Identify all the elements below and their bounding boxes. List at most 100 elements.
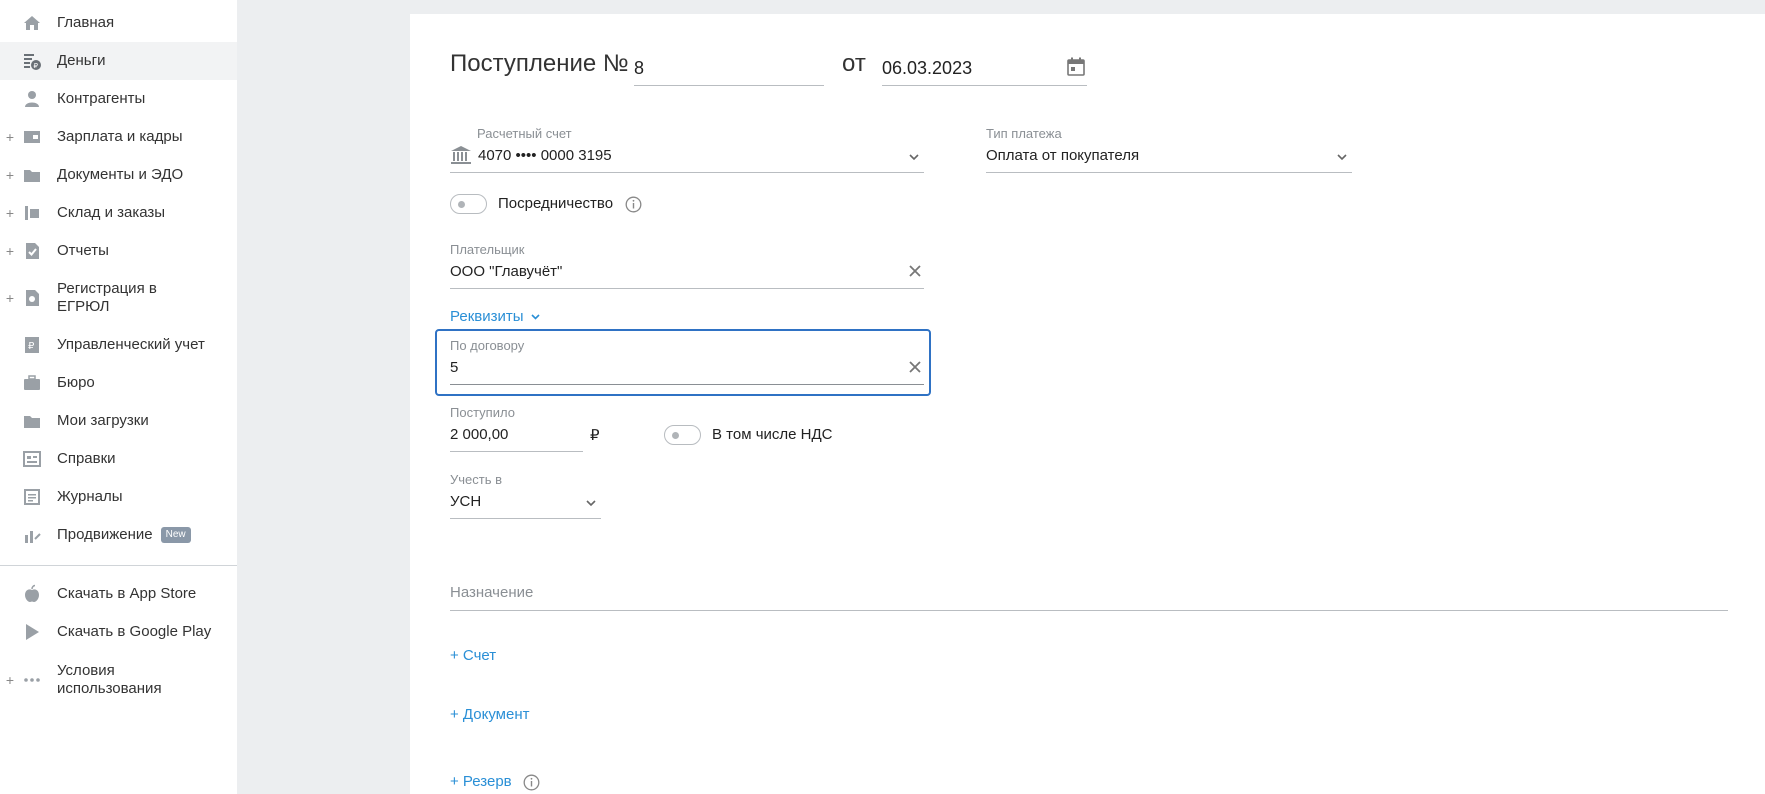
sidebar-item-label: Главная — [57, 14, 115, 31]
sidebar-item-label: Бюро — [57, 374, 95, 391]
chevron-down-icon — [530, 309, 541, 326]
bank-icon — [450, 145, 472, 170]
sidebar-item-label: Контрагенты — [57, 90, 146, 107]
intermediary-toggle[interactable] — [450, 194, 487, 214]
payment-form-card: Поступление № 8 от 06.03.2023 Расчетный … — [410, 14, 1765, 794]
payment-type-value: Оплата от покупателя — [986, 147, 1140, 164]
sidebar-item-downloads[interactable]: Мои загрузки — [0, 406, 237, 436]
date-prefix: от — [842, 50, 866, 77]
add-invoice-link[interactable]: + Счет — [450, 647, 496, 664]
sidebar-item-label: Регистрация в ЕГРЮЛ — [57, 280, 157, 315]
sidebar-item-terms[interactable]: + Условия использования — [0, 660, 237, 700]
info-icon[interactable] — [523, 774, 540, 794]
sidebar-item-label: Мои загрузки — [57, 412, 149, 429]
new-badge: New — [160, 527, 191, 544]
folder-icon — [22, 411, 42, 431]
date-value: 06.03.2023 — [882, 58, 973, 78]
warehouse-icon — [22, 203, 42, 223]
sidebar-item-label: Скачать в Google Play — [57, 623, 212, 640]
report-icon — [22, 241, 42, 261]
registration-icon — [22, 288, 42, 308]
page-title: Поступление № — [450, 50, 629, 77]
sidebar-item-label: Журналы — [57, 488, 123, 505]
sidebar-item-promotion[interactable]: Продвижение New — [0, 520, 237, 550]
payer-field[interactable]: ООО "Главучёт" — [450, 260, 924, 289]
sidebar: Главная ₽ Деньги Контрагенты + Зарплата … — [0, 0, 237, 794]
sidebar-item-label: Продвижение New — [57, 526, 191, 544]
home-icon — [22, 13, 42, 33]
date-field[interactable]: 06.03.2023 — [882, 52, 1087, 86]
svg-text:₽: ₽ — [28, 341, 35, 352]
sidebar-item-journals[interactable]: Журналы — [0, 482, 237, 512]
sidebar-item-documents[interactable]: + Документы и ЭДО — [0, 160, 237, 190]
sidebar-item-google-play[interactable]: Скачать в Google Play — [0, 617, 237, 647]
number-value: 8 — [634, 58, 645, 78]
add-document-link[interactable]: + Документ — [450, 706, 529, 723]
expand-plus-icon[interactable]: + — [5, 290, 15, 306]
contract-input[interactable]: 5 — [450, 356, 924, 385]
more-icon — [22, 670, 42, 690]
clear-icon[interactable] — [908, 264, 922, 283]
contractor-icon — [22, 89, 42, 109]
calendar-icon[interactable] — [1067, 57, 1085, 82]
sidebar-item-reports[interactable]: + Отчеты — [0, 236, 237, 266]
purpose-placeholder: Назначение — [450, 584, 534, 601]
purpose-input[interactable]: Назначение — [450, 580, 1728, 611]
sidebar-item-references[interactable]: Справки — [0, 444, 237, 474]
requisites-link[interactable]: Реквизиты — [450, 308, 541, 326]
account-select[interactable]: 4070 •••• 0000 3195 — [450, 144, 924, 173]
apple-icon — [22, 584, 42, 604]
sidebar-item-warehouse[interactable]: + Склад и заказы — [0, 198, 237, 228]
chevron-down-icon — [908, 150, 920, 168]
payment-type-select[interactable]: Оплата от покупателя — [986, 144, 1352, 173]
vat-toggle[interactable] — [664, 425, 701, 445]
payment-type-label: Тип платежа — [986, 126, 1062, 141]
account-label: Расчетный счет — [477, 126, 572, 141]
intermediary-label: Посредничество — [498, 195, 614, 212]
expand-plus-icon[interactable]: + — [5, 672, 15, 688]
sidebar-item-app-store[interactable]: Скачать в App Store — [0, 579, 237, 609]
vat-label: В том числе НДС — [712, 426, 833, 443]
expand-plus-icon[interactable]: + — [5, 167, 15, 183]
briefcase-icon — [22, 373, 42, 393]
info-icon[interactable] — [625, 196, 642, 218]
sidebar-item-label: Зарплата и кадры — [57, 128, 183, 145]
received-input[interactable]: 2 000,00 — [450, 423, 583, 452]
account-value: 4070 •••• 0000 3195 — [478, 147, 612, 164]
sidebar-item-label: Справки — [57, 450, 116, 467]
chevron-down-icon — [585, 496, 597, 514]
contract-label: По договору — [450, 338, 525, 353]
account-in-select[interactable]: УСН — [450, 490, 601, 519]
expand-plus-icon[interactable]: + — [5, 129, 15, 145]
salary-icon — [22, 127, 42, 147]
sidebar-item-money[interactable]: ₽ Деньги — [0, 42, 237, 80]
sidebar-item-home[interactable]: Главная — [0, 8, 237, 38]
journal-icon — [22, 487, 42, 507]
payer-value: ООО "Главучёт" — [450, 263, 563, 280]
svg-text:₽: ₽ — [34, 62, 39, 70]
reference-icon — [22, 449, 42, 469]
currency-symbol: ₽ — [590, 427, 600, 444]
sidebar-item-salary[interactable]: + Зарплата и кадры — [0, 122, 237, 152]
sidebar-item-contractors[interactable]: Контрагенты — [0, 84, 237, 114]
sidebar-item-label: Отчеты — [57, 242, 109, 259]
google-play-icon — [22, 622, 42, 642]
payer-label: Плательщик — [450, 242, 525, 257]
add-reserve-link[interactable]: + Резерв — [450, 773, 512, 790]
sidebar-item-label: Условия использования — [57, 662, 162, 697]
expand-plus-icon[interactable]: + — [5, 243, 15, 259]
promotion-icon — [22, 525, 42, 545]
sidebar-item-registration[interactable]: + Регистрация в ЕГРЮЛ — [0, 278, 237, 318]
sidebar-item-management[interactable]: ₽ Управленческий учет — [0, 330, 237, 360]
received-value: 2 000,00 — [450, 426, 509, 443]
management-icon: ₽ — [22, 335, 42, 355]
number-field[interactable]: 8 — [634, 52, 824, 86]
sidebar-item-bureau[interactable]: Бюро — [0, 368, 237, 398]
clear-icon[interactable] — [908, 360, 922, 379]
sidebar-item-label: Документы и ЭДО — [57, 166, 184, 183]
received-label: Поступило — [450, 405, 515, 420]
sidebar-item-label: Деньги — [57, 52, 106, 69]
money-icon: ₽ — [22, 51, 42, 71]
sidebar-divider — [0, 565, 237, 566]
expand-plus-icon[interactable]: + — [5, 205, 15, 221]
